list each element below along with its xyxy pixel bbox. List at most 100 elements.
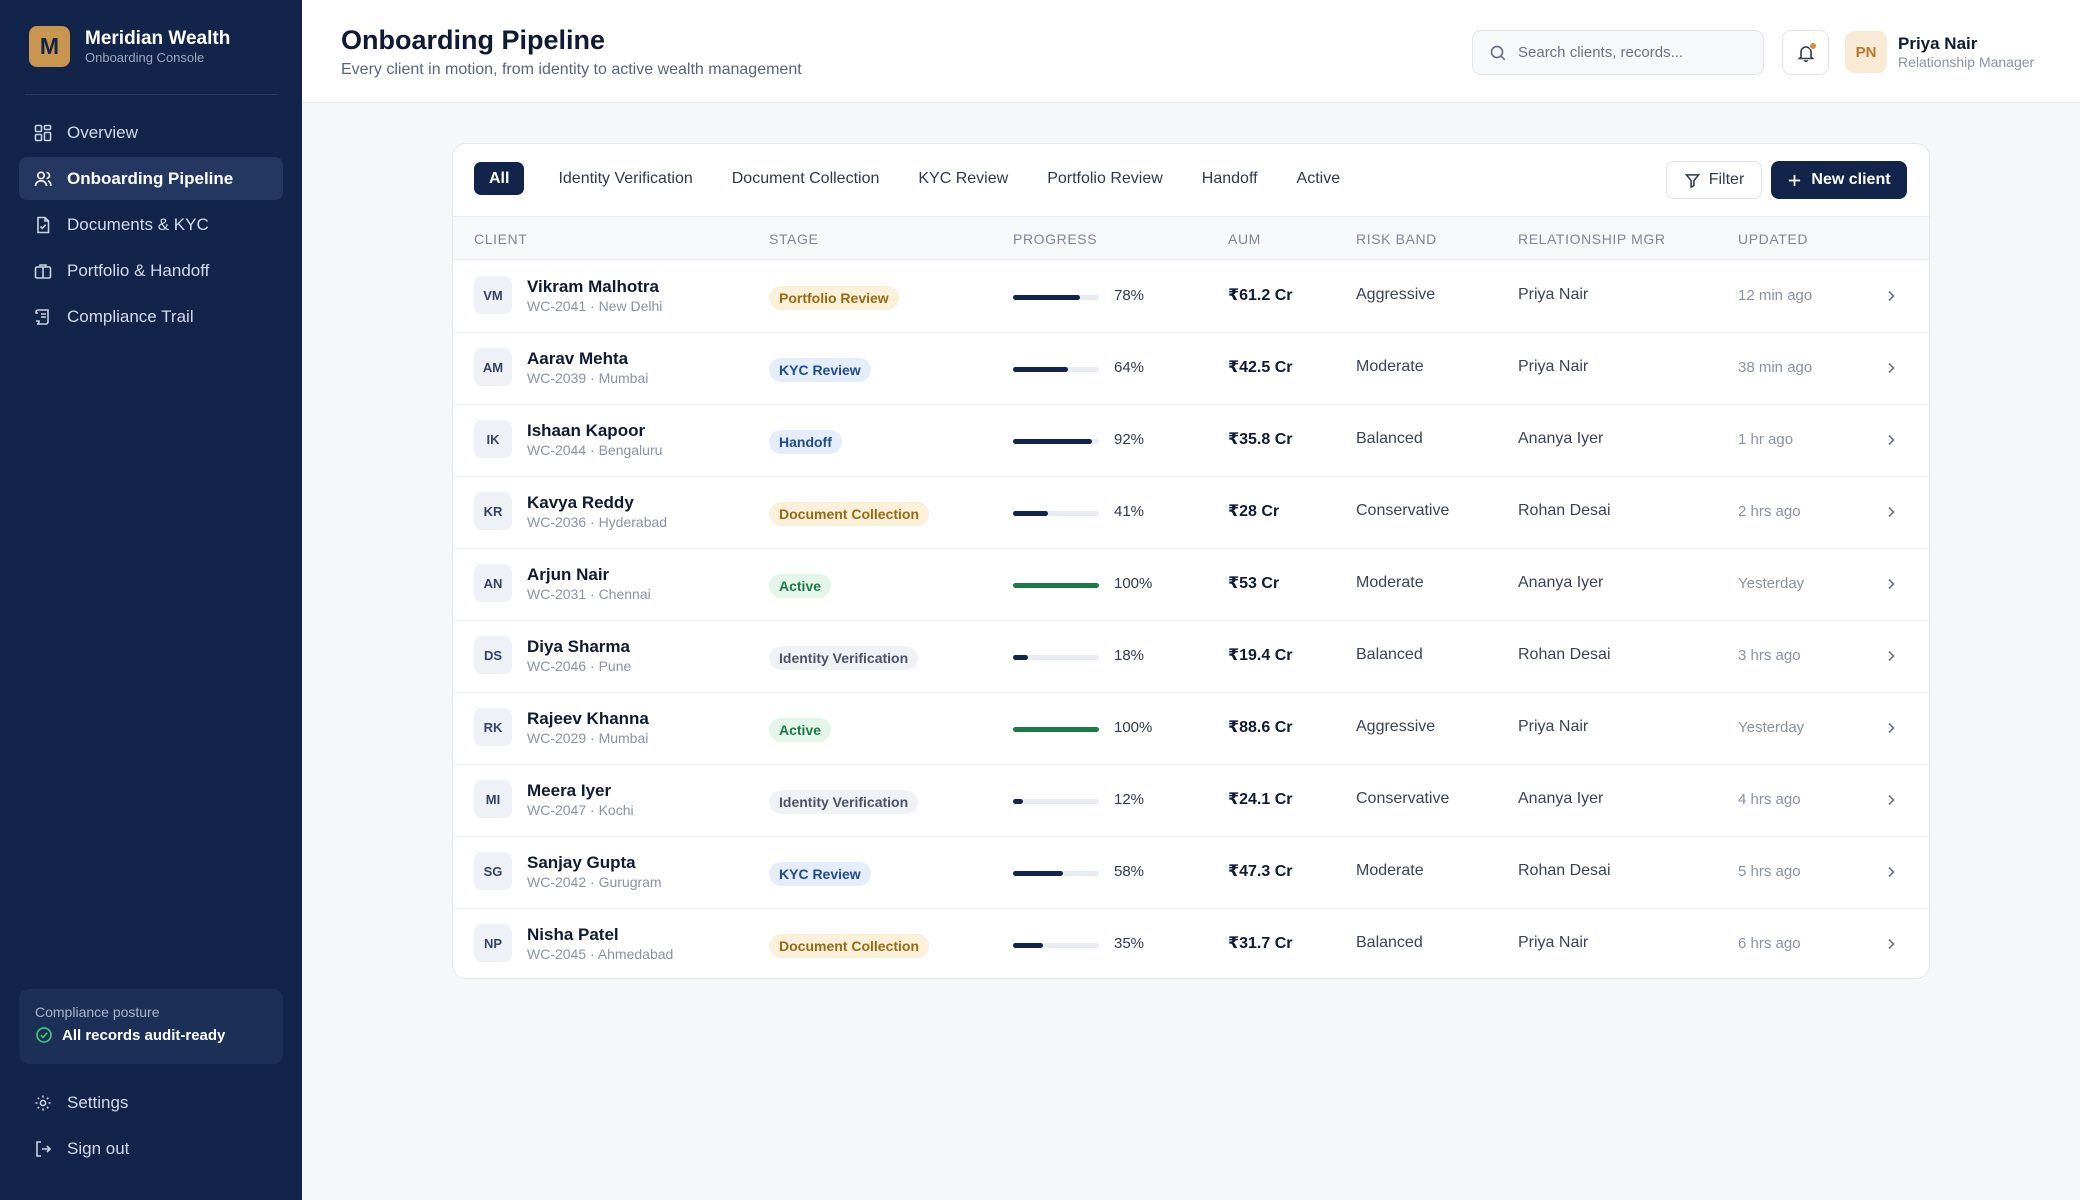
progress-fill: [1013, 799, 1024, 804]
client-name[interactable]: Sanjay Gupta: [527, 853, 636, 873]
progress-percent: 100%: [1114, 575, 1153, 592]
relationship-manager: Priya Nair: [1518, 286, 1589, 303]
client-meta: WC-2046 · Pune: [527, 658, 632, 674]
sign-out-link[interactable]: Sign out: [19, 1127, 283, 1170]
progress-fill: [1013, 367, 1069, 372]
client-name[interactable]: Rajeev Khanna: [527, 709, 649, 729]
progress-bar: [1013, 439, 1099, 444]
table-row[interactable]: VM Vikram Malhotra WC-2041 · New Delhi Port…: [453, 261, 1929, 333]
client-name[interactable]: Vikram Malhotra: [527, 277, 659, 297]
search-box[interactable]: [1472, 30, 1764, 75]
page-subtitle: Every client in motion, from identity to…: [341, 61, 802, 78]
client-avatar: MI: [474, 780, 512, 818]
column-header-updated: UPDATED: [1738, 231, 1809, 247]
client-name[interactable]: Ishaan Kapoor: [527, 421, 645, 441]
table-row[interactable]: NP Nisha Patel WC-2045 · Ahmedabad Document…: [453, 909, 1929, 978]
tab-document-collection[interactable]: Document Collection: [716, 162, 896, 195]
compliance-status-text: All records audit-ready: [62, 1026, 226, 1044]
chevron-right-icon[interactable]: [1883, 648, 1899, 664]
client-name[interactable]: Nisha Patel: [527, 925, 619, 945]
updated-time: 38 min ago: [1738, 359, 1813, 376]
brand-subtitle: Onboarding Console: [85, 49, 205, 65]
chevron-right-icon[interactable]: [1883, 288, 1899, 304]
client-meta: WC-2029 · Mumbai: [527, 730, 649, 746]
chevron-right-icon[interactable]: [1883, 576, 1899, 592]
progress-bar: [1013, 511, 1099, 516]
client-name[interactable]: Kavya Reddy: [527, 493, 634, 513]
chevron-right-icon[interactable]: [1883, 792, 1899, 808]
stage-badge: Active: [769, 718, 832, 742]
table-row[interactable]: AN Arjun Nair WC-2031 · Chennai Active 100% ₹…: [453, 549, 1929, 621]
client-name[interactable]: Arjun Nair: [527, 565, 609, 585]
chevron-right-icon[interactable]: [1883, 504, 1899, 520]
table-row[interactable]: AM Aarav Mehta WC-2039 · Mumbai KYC Review 6…: [453, 333, 1929, 405]
updated-time: Yesterday: [1738, 575, 1805, 592]
tab-all[interactable]: All: [474, 162, 525, 195]
tab-identity-verification[interactable]: Identity Verification: [542, 162, 708, 195]
table-header: CLIENT STAGE PROGRESS AUM RISK BAND RELA…: [453, 216, 1929, 260]
chevron-right-icon[interactable]: [1883, 360, 1899, 376]
chevron-right-icon[interactable]: [1883, 936, 1899, 952]
search-input[interactable]: [1518, 44, 1748, 61]
sidebar: M Meridian Wealth Onboarding Console Ove…: [0, 0, 302, 1200]
filter-button[interactable]: Filter: [1666, 161, 1762, 199]
tab-handoff[interactable]: Handoff: [1186, 162, 1274, 195]
relationship-manager: Rohan Desai: [1518, 502, 1611, 519]
table-row[interactable]: IK Ishaan Kapoor WC-2044 · Bengaluru Handof…: [453, 405, 1929, 477]
tab-kyc-review[interactable]: KYC Review: [902, 162, 1024, 195]
progress-bar: [1013, 583, 1099, 588]
table-row[interactable]: RK Rajeev Khanna WC-2029 · Mumbai Active 100…: [453, 693, 1929, 765]
client-name[interactable]: Meera Iyer: [527, 781, 611, 801]
chevron-right-icon[interactable]: [1883, 720, 1899, 736]
table-row[interactable]: DS Diya Sharma WC-2046 · Pune Identity Veri…: [453, 621, 1929, 693]
risk-band: Moderate: [1356, 358, 1424, 375]
gear-icon: [35, 1095, 51, 1110]
client-name[interactable]: Diya Sharma: [527, 637, 630, 657]
sidebar-item-compliance-trail[interactable]: Compliance Trail: [19, 295, 283, 338]
stage-badge: Handoff: [769, 430, 842, 454]
notifications-button[interactable]: [1782, 30, 1829, 75]
sign-out-icon: [36, 1140, 52, 1157]
client-avatar: SG: [474, 852, 512, 890]
sidebar-item-documents-kyc[interactable]: Documents & KYC: [19, 203, 283, 246]
sidebar-item-onboarding-pipeline[interactable]: Onboarding Pipeline: [19, 157, 283, 200]
chevron-right-icon[interactable]: [1883, 864, 1899, 880]
progress-percent: 100%: [1114, 719, 1153, 736]
progress-bar: [1013, 943, 1099, 948]
briefcase-icon: [34, 263, 52, 279]
client-meta: WC-2042 · Gurugram: [527, 874, 662, 890]
tab-active[interactable]: Active: [1281, 162, 1357, 195]
compliance-status: All records audit-ready: [35, 1026, 283, 1044]
progress-percent: 64%: [1114, 359, 1145, 376]
stage-tabs: All Identity Verification Document Colle…: [474, 162, 1363, 195]
brand: M Meridian Wealth Onboarding Console: [29, 26, 230, 67]
table-row[interactable]: KR Kavya Reddy WC-2036 · Hyderabad Document…: [453, 477, 1929, 549]
progress-percent: 78%: [1114, 287, 1145, 304]
tab-portfolio-review[interactable]: Portfolio Review: [1031, 162, 1179, 195]
user-avatar[interactable]: PN: [1845, 31, 1887, 73]
progress-percent: 92%: [1114, 431, 1145, 448]
progress-bar: [1013, 367, 1099, 372]
progress-percent: 41%: [1114, 503, 1145, 520]
settings-link[interactable]: Settings: [19, 1081, 283, 1124]
sidebar-item-overview[interactable]: Overview: [19, 111, 283, 154]
pipeline-card: All Identity Verification Document Colle…: [452, 143, 1930, 979]
stage-badge: Document Collection: [769, 934, 930, 958]
sidebar-item-portfolio-handoff[interactable]: Portfolio & Handoff: [19, 249, 283, 292]
client-avatar: NP: [474, 924, 512, 962]
client-name[interactable]: Aarav Mehta: [527, 349, 628, 369]
updated-time: 12 min ago: [1738, 287, 1813, 304]
progress-fill: [1013, 943, 1044, 948]
new-client-button[interactable]: New client: [1771, 161, 1907, 199]
stage-badge: KYC Review: [769, 862, 871, 886]
notification-dot: [1809, 42, 1817, 50]
stage-badge: Active: [769, 574, 832, 598]
risk-band: Balanced: [1356, 934, 1423, 951]
users-icon: [34, 170, 52, 186]
relationship-manager: Rohan Desai: [1518, 862, 1611, 879]
table-row[interactable]: MI Meera Iyer WC-2047 · Kochi Identity Veri…: [453, 765, 1929, 837]
risk-band: Aggressive: [1356, 718, 1436, 735]
table-row[interactable]: SG Sanjay Gupta WC-2042 · Gurugram KYC Revi…: [453, 837, 1929, 909]
chevron-right-icon[interactable]: [1883, 432, 1899, 448]
client-meta: WC-2044 · Bengaluru: [527, 442, 663, 458]
